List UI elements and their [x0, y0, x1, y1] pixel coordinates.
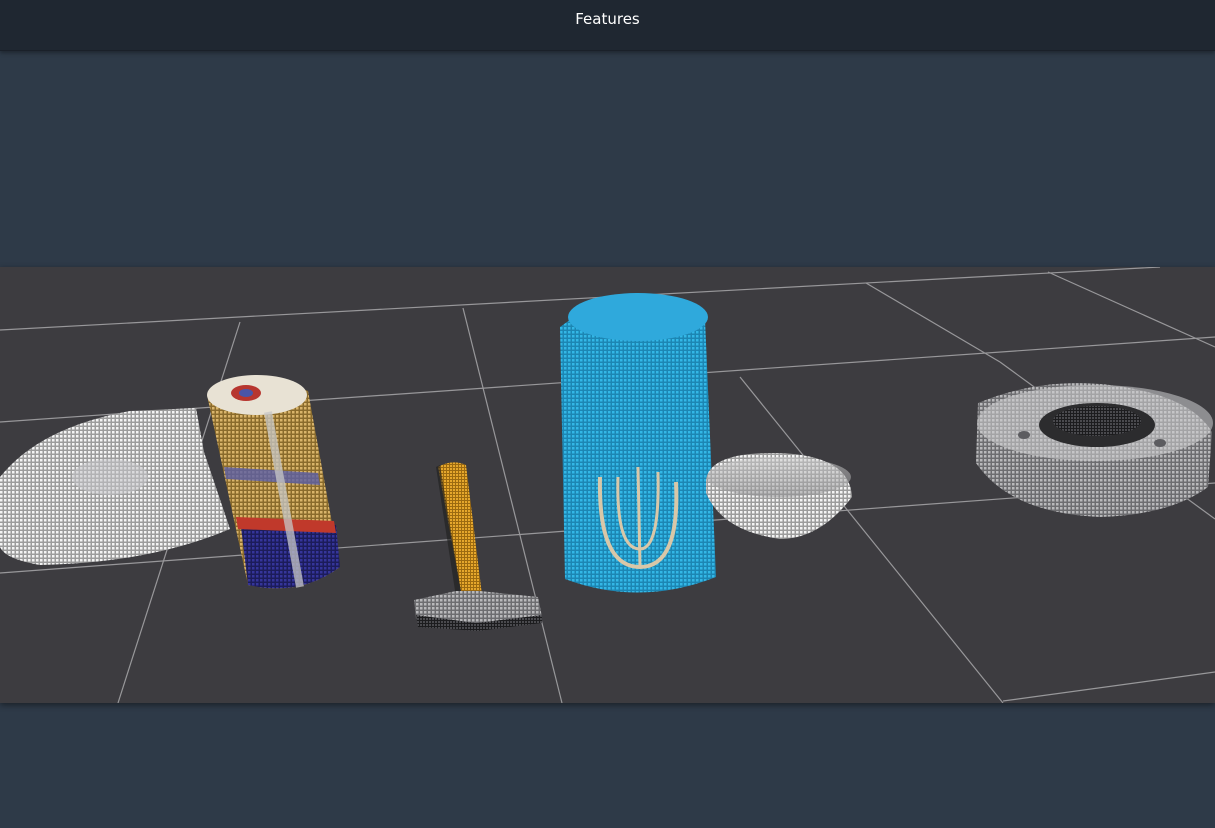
- bowl-pointcloud: [706, 452, 852, 539]
- top-bar: Features: [0, 0, 1215, 51]
- white-box-pointcloud: [0, 408, 230, 565]
- blue-can-pointcloud: [560, 293, 716, 593]
- flange-pointcloud: [976, 383, 1213, 517]
- point-cloud-viewport: [0, 267, 1215, 703]
- point-cloud-render: [0, 267, 1215, 703]
- page-title: Features: [575, 10, 640, 28]
